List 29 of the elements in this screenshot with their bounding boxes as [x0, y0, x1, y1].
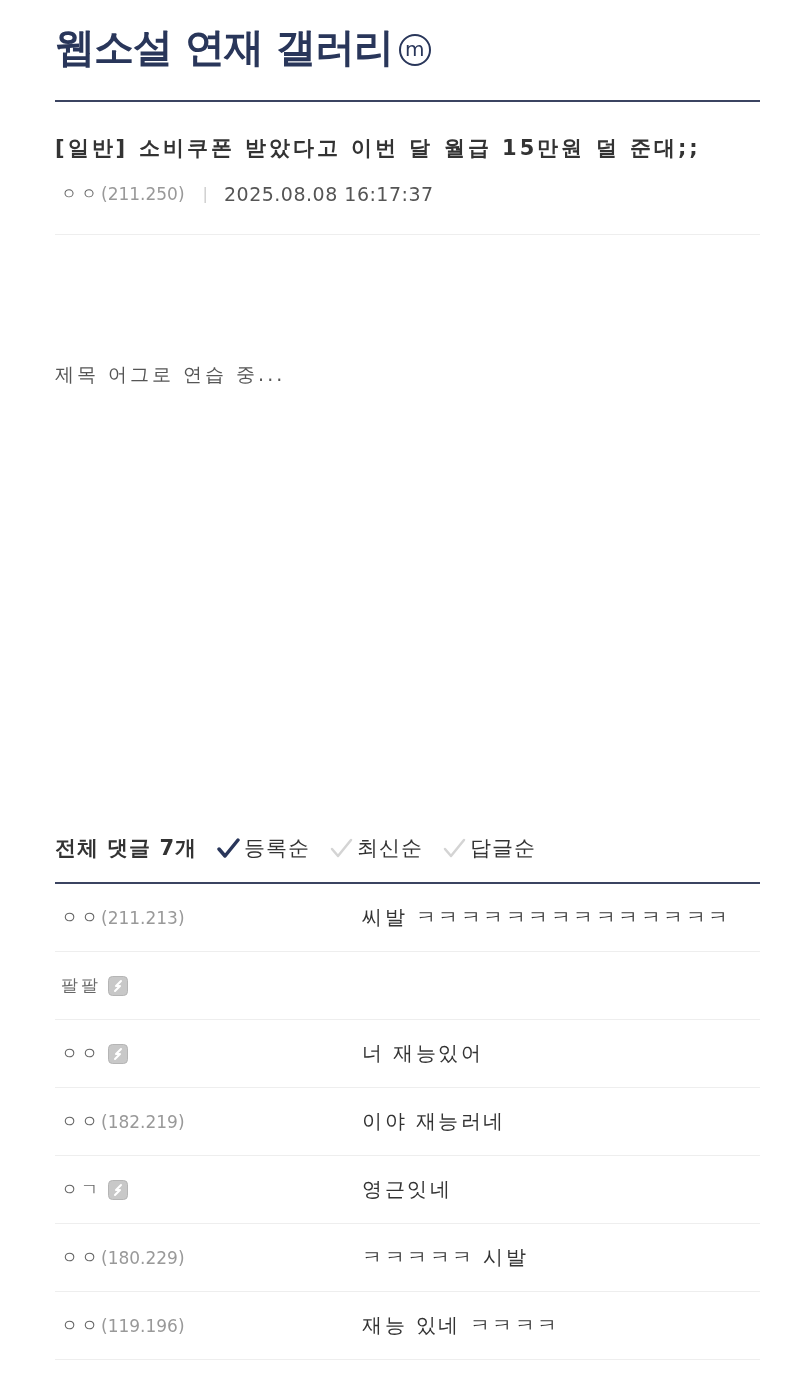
comment-nickname: ㅇㅇ [61, 1314, 101, 1337]
author-name: ㅇㅇ [61, 183, 101, 205]
gallery-title: 웹소설 연재 갤러리 [55, 23, 393, 72]
comment-nickname: ㅇㄱ [61, 1178, 101, 1201]
meta-separator: | [202, 183, 208, 205]
comment-ip: (211.213) [101, 907, 185, 928]
comment-nickname: ㅇㅇ [61, 1110, 101, 1133]
post-title: [일반] 소비쿠폰 받았다고 이번 달 월급 15만원 덜 준대;; [55, 135, 702, 162]
comment-ip: (182.219) [101, 1111, 185, 1132]
comment-nickname: ㅇㅇ [61, 1246, 101, 1269]
sort-option[interactable]: 최신순 [330, 833, 424, 863]
comment-ip: (180.229) [101, 1247, 185, 1268]
comment-nickname: 팔팔 [61, 974, 101, 997]
comment-text: 이야 재능러네 [362, 1108, 506, 1135]
comment-text: 영근잇네 [362, 1176, 452, 1203]
minor-gallery-badge: m [398, 34, 431, 66]
comment-ip: (119.196) [101, 1315, 185, 1336]
comment-nickname: ㅇㅇ [61, 906, 101, 929]
comment-text: 재능 있네 ㅋㅋㅋㅋ [362, 1312, 560, 1339]
comment-text: 너 재능있어 [362, 1040, 484, 1067]
post-body: 제목 어그로 연습 중... [55, 362, 287, 387]
comment-text: 씨발 ㅋㅋㅋㅋㅋㅋㅋㅋㅋㅋㅋㅋㅋㅋ [362, 904, 731, 931]
author-ip: (211.250) [101, 183, 185, 206]
comment-count: 전체 댓글 7개 [55, 835, 198, 862]
comment-nickname: ㅇㅇ [61, 1042, 101, 1065]
sort-option[interactable]: 등록순 [217, 833, 311, 863]
post-date: 2025.08.08 16:17:37 [223, 182, 434, 206]
comment-text: ㅋㅋㅋㅋㅋ 시발 [362, 1244, 529, 1271]
sort-option[interactable]: 답글순 [443, 833, 537, 863]
